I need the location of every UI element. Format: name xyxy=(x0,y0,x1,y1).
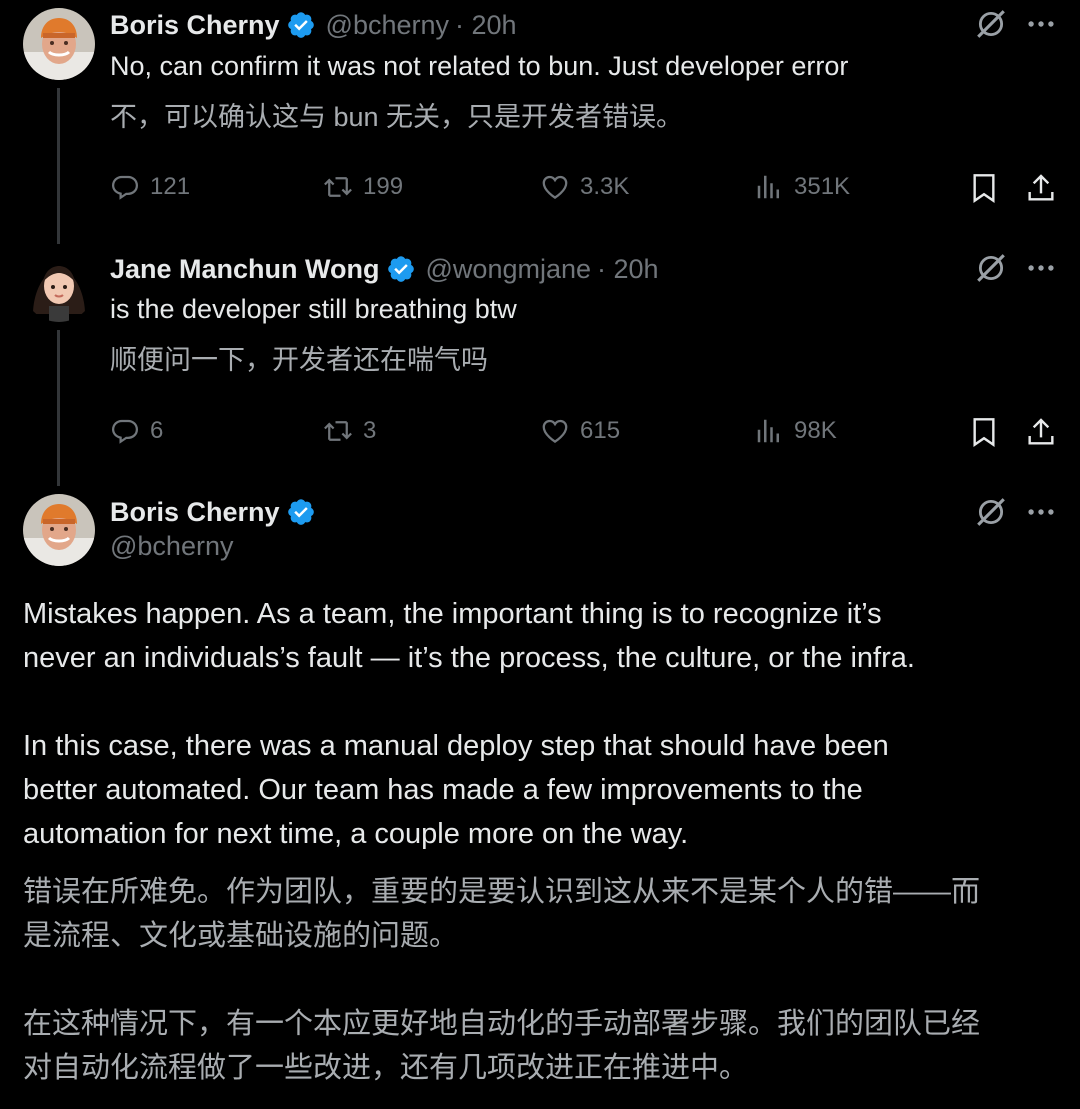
retweet-count: 199 xyxy=(363,173,404,200)
views-count: 351K xyxy=(794,173,851,200)
reply-icon xyxy=(110,416,140,446)
views-count: 98K xyxy=(794,417,837,444)
views-button[interactable]: 98K xyxy=(754,416,837,446)
text-line: automation for next time, a couple more … xyxy=(23,818,689,850)
views-icon xyxy=(754,172,784,202)
timestamp[interactable]: · 20h xyxy=(455,10,517,41)
text-line: never an individuals’s fault — it’s the … xyxy=(23,642,915,674)
reply-button[interactable]: 121 xyxy=(110,172,190,202)
author-handle[interactable]: @wongmjane xyxy=(426,254,592,285)
bookmark-icon[interactable] xyxy=(968,172,1000,204)
translation-line: 错误在所难免。作为团队，重要的是要认识到这从来不是某个人的错——而 xyxy=(23,876,981,908)
more-icon[interactable] xyxy=(1024,251,1058,285)
retweet-icon xyxy=(323,416,353,446)
views-icon xyxy=(754,416,784,446)
grok-icon[interactable] xyxy=(974,7,1008,41)
like-button[interactable]: 3.3K xyxy=(540,172,629,202)
retweet-button[interactable]: 3 xyxy=(323,416,376,446)
translation-line: 是流程、文化或基础设施的问题。 xyxy=(23,920,459,952)
bookmark-icon[interactable] xyxy=(968,416,1000,448)
main-tweet-text: Mistakes happen. As a team, the importan… xyxy=(23,592,1063,856)
grok-icon[interactable] xyxy=(974,251,1008,285)
like-button[interactable]: 615 xyxy=(540,416,620,446)
grok-icon[interactable] xyxy=(974,495,1008,529)
timestamp[interactable]: · 20h xyxy=(597,254,659,285)
tweet-translation: 不，可以确认这与 bun 无关，只是开发者错误。 xyxy=(110,102,684,132)
retweet-count: 3 xyxy=(363,417,377,444)
share-icon[interactable] xyxy=(1025,416,1057,448)
retweet-icon xyxy=(323,172,353,202)
reply-count: 6 xyxy=(150,417,164,444)
heart-icon xyxy=(540,416,570,446)
views-button[interactable]: 351K xyxy=(754,172,850,202)
author-name[interactable]: Boris Cherny xyxy=(110,497,280,528)
tweet-text: No, can confirm it was not related to bu… xyxy=(110,51,849,81)
avatar[interactable] xyxy=(23,8,95,80)
main-tweet-translation: 错误在所难免。作为团队，重要的是要认识到这从来不是某个人的错——而 是流程、文化… xyxy=(23,870,1063,1090)
tweet-header: Boris Cherny @bcherny · 20h xyxy=(110,6,517,44)
more-icon[interactable] xyxy=(1024,7,1058,41)
thread-line xyxy=(57,88,60,244)
text-line: Mistakes happen. As a team, the importan… xyxy=(23,598,882,630)
avatar[interactable] xyxy=(23,250,95,322)
share-icon[interactable] xyxy=(1025,172,1057,204)
thread-line xyxy=(57,330,60,486)
like-count: 3.3K xyxy=(580,173,630,200)
avatar[interactable] xyxy=(23,494,95,566)
retweet-button[interactable]: 199 xyxy=(323,172,403,202)
text-line: In this case, there was a manual deploy … xyxy=(23,730,889,762)
translation-line: 对自动化流程做了一些改进，还有几项改进正在推进中。 xyxy=(23,1052,749,1084)
author-name[interactable]: Jane Manchun Wong xyxy=(110,254,380,285)
author-handle[interactable]: @bcherny xyxy=(110,531,233,562)
text-line: better automated. Our team has made a fe… xyxy=(23,774,863,806)
tweet-text: is the developer still breathing btw xyxy=(110,294,517,324)
author-handle[interactable]: @bcherny xyxy=(326,10,449,41)
translation-line: 在这种情况下，有一个本应更好地自动化的手动部署步骤。我们的团队已经 xyxy=(23,1008,981,1040)
tweet-header: Boris Cherny xyxy=(110,493,316,531)
heart-icon xyxy=(540,172,570,202)
tweet-translation: 顺便问一下，开发者还在喘气吗 xyxy=(110,345,488,375)
reply-button[interactable]: 6 xyxy=(110,416,163,446)
verified-badge-icon xyxy=(286,497,316,527)
tweet-header: Jane Manchun Wong @wongmjane · 20h xyxy=(110,250,659,288)
like-count: 615 xyxy=(580,417,621,444)
reply-icon xyxy=(110,172,140,202)
more-icon[interactable] xyxy=(1024,495,1058,529)
verified-badge-icon xyxy=(386,254,416,284)
verified-badge-icon xyxy=(286,10,316,40)
author-name[interactable]: Boris Cherny xyxy=(110,10,280,41)
reply-count: 121 xyxy=(150,173,191,200)
